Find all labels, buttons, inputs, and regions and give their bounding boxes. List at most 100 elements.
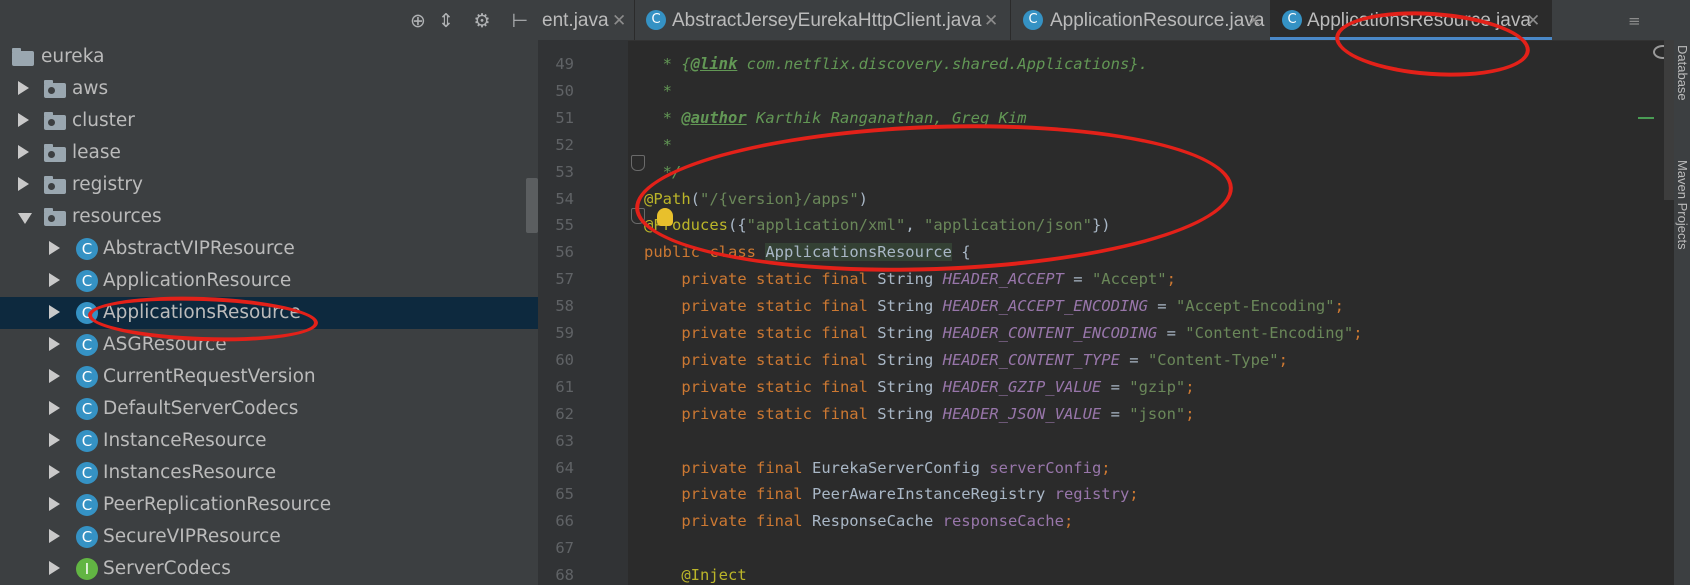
tree-item[interactable]: resources: [0, 201, 538, 233]
tree-item[interactable]: C ApplicationResource: [0, 265, 538, 297]
tab-applications-resource[interactable]: C ApplicationsResource.java ✕: [1270, 0, 1552, 40]
code-token: String: [877, 297, 943, 316]
line-number: 66: [555, 512, 574, 531]
tree-item-label: CurrentRequestVersion: [103, 366, 316, 387]
fold-marker-icon[interactable]: [631, 155, 645, 171]
chevron-right-icon[interactable]: [49, 305, 60, 319]
chevron-right-icon[interactable]: [18, 177, 29, 191]
line-number: 50: [555, 81, 574, 100]
tree-item-label: DefaultServerCodecs: [103, 398, 299, 419]
line-number: 56: [555, 243, 574, 262]
chevron-right-icon[interactable]: [49, 561, 60, 575]
code-line: * {@link com.netflix.discovery.shared.Ap…: [644, 54, 1148, 74]
package-icon: [44, 207, 66, 227]
code-line: private final PeerAwareInstanceRegistry …: [644, 484, 1138, 504]
close-icon[interactable]: ✕: [984, 9, 998, 33]
chevron-right-icon[interactable]: [49, 241, 60, 255]
collapse-icon[interactable]: ⇕: [435, 10, 457, 32]
tree-item[interactable]: C DefaultServerCodecs: [0, 393, 538, 425]
line-number: 64: [555, 458, 574, 477]
line-number: 52: [555, 135, 574, 154]
fold-marker-icon[interactable]: [631, 208, 645, 224]
tab-abstract-jersey-eureka-http-client[interactable]: C AbstractJerseyEurekaHttpClient.java ✕: [635, 0, 1009, 40]
code-token: {: [951, 243, 971, 262]
chevron-right-icon[interactable]: [49, 497, 60, 511]
code-token: String: [877, 350, 943, 369]
code-token: private static final: [644, 350, 878, 369]
line-number: 57: [555, 270, 574, 289]
tab-application-resource[interactable]: C ApplicationResource.java ✕: [1011, 0, 1269, 40]
code-token: String: [877, 324, 943, 342]
tree-item[interactable]: lease: [0, 137, 538, 169]
chevron-right-icon[interactable]: [18, 81, 29, 95]
code-token: =: [1101, 377, 1130, 396]
code-token: String: [877, 270, 943, 289]
tree-item[interactable]: eureka: [0, 41, 538, 73]
code-token: ;: [1353, 324, 1363, 342]
maven-projects-tool-button[interactable]: Maven Projects: [1674, 160, 1690, 250]
tree-item[interactable]: C InstanceResource: [0, 425, 538, 457]
line-number: 55: [555, 216, 574, 235]
editor-tab-bar: ent.java ✕ C AbstractJerseyEurekaHttpCli…: [538, 0, 1674, 41]
tree-item[interactable]: C PeerReplicationResource: [0, 489, 538, 521]
chevron-right-icon[interactable]: [18, 113, 29, 127]
code-token: PeerAwareInstanceRegistry: [811, 485, 1055, 504]
chevron-right-icon[interactable]: [49, 337, 60, 351]
tab-ent-java[interactable]: ent.java ✕: [538, 0, 633, 40]
chevron-right-icon[interactable]: [49, 369, 60, 383]
tree-item[interactable]: registry: [0, 169, 538, 201]
tree-item-label: aws: [72, 78, 109, 99]
code-token: "Accept": [1091, 270, 1167, 289]
chevron-right-icon[interactable]: [18, 145, 29, 159]
tree-item[interactable]: I ServerCodecs: [0, 553, 538, 585]
project-panel: ⊕ ⇕ ⚙ ⊢ eureka aws cluster lease registry res…: [0, 0, 538, 585]
class-icon: C: [76, 238, 98, 260]
line-number: 61: [555, 377, 574, 396]
close-icon[interactable]: ✕: [612, 9, 626, 33]
class-icon: C: [646, 10, 666, 30]
tree-item[interactable]: C InstancesResource: [0, 457, 538, 489]
chevron-right-icon[interactable]: [49, 273, 60, 287]
line-number: 58: [555, 297, 574, 316]
tree-item[interactable]: aws: [0, 73, 538, 105]
tree-item[interactable]: C CurrentRequestVersion: [0, 361, 538, 393]
project-scrollbar[interactable]: [526, 178, 538, 233]
chevron-right-icon[interactable]: [49, 465, 60, 479]
line-number: 51: [555, 108, 574, 127]
chevron-right-icon[interactable]: [49, 401, 60, 415]
line-number: 65: [555, 485, 574, 504]
class-icon: C: [76, 398, 98, 420]
tree-item[interactable]: cluster: [0, 105, 538, 137]
code-line: @Path("/{version}/apps"): [644, 189, 868, 209]
code-token: private final: [644, 485, 812, 504]
tree-item[interactable]: C AbstractVIPResource: [0, 233, 538, 265]
code-token: public class: [644, 243, 766, 262]
code-token: private static final: [644, 270, 878, 289]
class-icon: C: [76, 430, 98, 452]
target-icon[interactable]: ⊕: [407, 10, 429, 32]
tree-item[interactable]: C ApplicationsResource: [0, 297, 538, 329]
code-token: }): [1091, 216, 1111, 235]
tree-item-label: ServerCodecs: [103, 558, 231, 579]
editor-area: ent.java ✕ C AbstractJerseyEurekaHttpCli…: [538, 0, 1674, 585]
chevron-down-icon[interactable]: [18, 213, 32, 224]
database-tool-button[interactable]: Database: [1674, 45, 1690, 101]
code-token: Karthik Ranganathan, Greg Kim: [746, 108, 1027, 127]
tab-list-menu-icon[interactable]: ≡: [1628, 12, 1641, 30]
chevron-right-icon[interactable]: [49, 529, 60, 543]
code-token: "Content-Encoding": [1185, 324, 1354, 342]
chevron-right-icon[interactable]: [49, 433, 60, 447]
tree-item[interactable]: C ASGResource: [0, 329, 538, 361]
hide-panel-icon[interactable]: ⊢: [509, 10, 531, 32]
editor-scrollbar[interactable]: [1664, 40, 1674, 200]
class-icon: C: [1023, 10, 1043, 30]
close-icon[interactable]: ✕: [1247, 9, 1261, 33]
line-number: 68: [555, 566, 574, 585]
intention-bulb-icon[interactable]: [657, 208, 673, 226]
tree-item-label: PeerReplicationResource: [103, 494, 332, 515]
tree-item[interactable]: C SecureVIPResource: [0, 521, 538, 553]
close-icon[interactable]: ✕: [1526, 9, 1540, 33]
code-token: "json": [1129, 404, 1186, 423]
code-token: ,: [905, 216, 924, 235]
gear-icon[interactable]: ⚙: [471, 10, 493, 32]
